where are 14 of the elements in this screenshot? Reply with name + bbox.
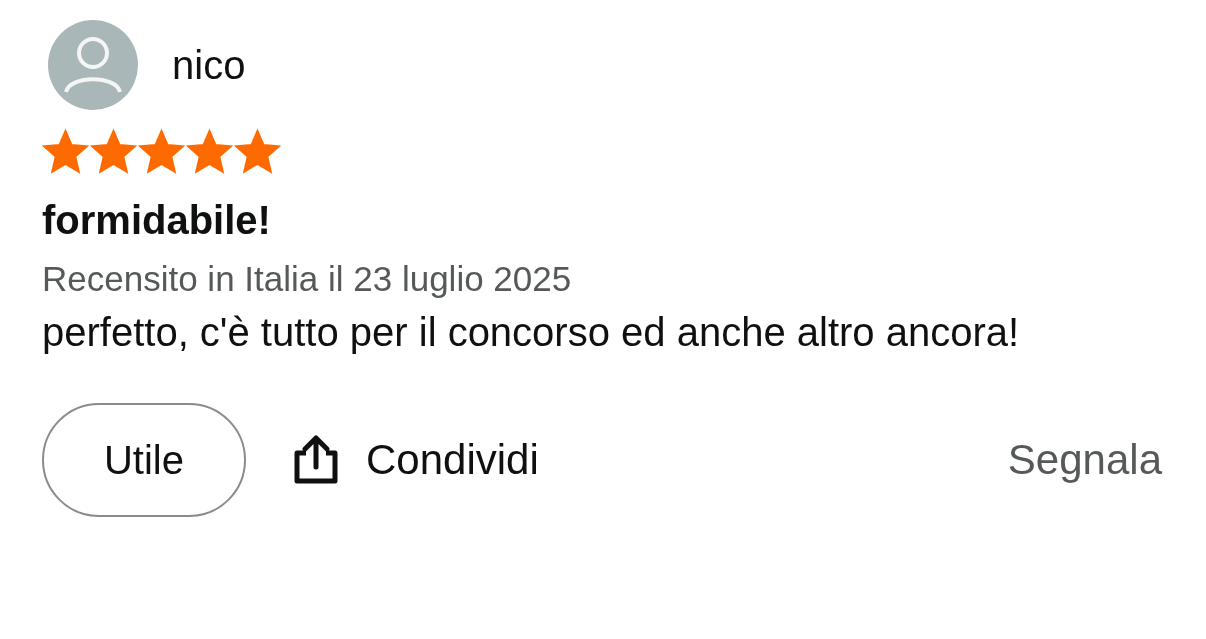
review-title: formidabile!	[42, 197, 272, 244]
share-icon	[292, 435, 340, 485]
avatar-icon	[48, 20, 138, 110]
star-icon	[138, 128, 185, 175]
star-icon	[186, 128, 233, 175]
share-button[interactable]: Condividi	[292, 435, 539, 485]
star-icon	[90, 128, 137, 175]
star-icon	[234, 128, 281, 175]
review-text: perfetto, c'è tutto per il concorso ed anche altro ancora!	[42, 309, 1021, 356]
report-link[interactable]: Segnala	[1007, 436, 1162, 484]
star-icon	[42, 128, 89, 175]
author-name: nico	[172, 42, 246, 88]
helpful-button[interactable]: Utile	[42, 403, 246, 517]
review-date: Recensito in Italia il 23 luglio 2025	[42, 258, 573, 300]
